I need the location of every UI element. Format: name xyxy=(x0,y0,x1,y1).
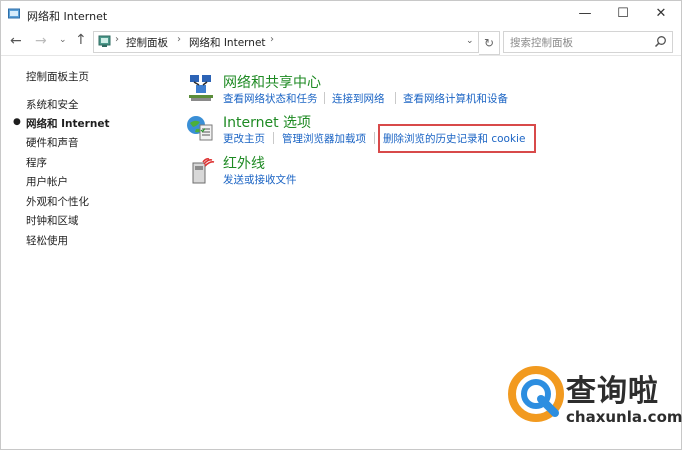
search-box[interactable]: 搜索控制面板 xyxy=(503,31,673,53)
recent-locations-chevron-icon[interactable]: ⌄ xyxy=(59,35,67,45)
link-divider xyxy=(324,92,325,104)
forward-arrow-icon[interactable]: → xyxy=(35,33,47,49)
title-bar: 网络和 Internet — ☐ ✕ xyxy=(1,1,681,29)
up-arrow-icon[interactable]: ↑ xyxy=(75,32,87,48)
window-title: 网络和 Internet xyxy=(27,10,108,23)
change-homepage-link[interactable]: 更改主页 xyxy=(223,131,265,146)
sidebar-item-clock-region[interactable]: 时钟和区域 xyxy=(26,213,79,228)
infrared-icon[interactable] xyxy=(187,153,215,185)
sidebar-item-programs[interactable]: 程序 xyxy=(26,155,47,170)
infrared-title[interactable]: 红外线 xyxy=(223,153,265,173)
connect-to-network-link[interactable]: 连接到网络 xyxy=(332,91,385,106)
breadcrumb-separator-icon: › xyxy=(177,34,181,45)
network-sharing-center-title[interactable]: 网络和共享中心 xyxy=(223,72,321,92)
sidebar-item-hardware-sound[interactable]: 硬件和声音 xyxy=(26,135,79,150)
sidebar-item-ease-of-access[interactable]: 轻松使用 xyxy=(26,233,68,248)
breadcrumb-network-internet[interactable]: 网络和 Internet xyxy=(189,35,266,50)
link-divider xyxy=(273,132,274,144)
sidebar-item-appearance[interactable]: 外观和个性化 xyxy=(26,194,89,209)
sidebar-item-control-panel-home[interactable]: 控制面板主页 xyxy=(26,69,89,84)
network-sharing-icon[interactable] xyxy=(187,73,215,103)
chaxunla-logo-icon xyxy=(508,366,564,422)
control-panel-icon xyxy=(98,35,111,47)
refresh-icon[interactable]: ↻ xyxy=(479,31,500,55)
breadcrumb-control-panel[interactable]: 控制面板 xyxy=(126,35,168,50)
search-input[interactable]: 搜索控制面板 xyxy=(510,35,573,50)
breadcrumb-separator-icon: › xyxy=(270,34,274,45)
maximize-button[interactable]: ☐ xyxy=(605,1,641,27)
view-network-status-link[interactable]: 查看网络状态和任务 xyxy=(223,91,318,106)
watermark-title: 查询啦 xyxy=(566,374,659,409)
minimize-button[interactable]: — xyxy=(567,1,603,27)
sidebar-item-network-internet[interactable]: 网络和 Internet xyxy=(26,116,109,131)
search-icon[interactable] xyxy=(654,35,667,48)
link-divider xyxy=(374,132,375,144)
sidebar-item-user-accounts[interactable]: 用户帐户 xyxy=(26,174,68,189)
manage-addons-link[interactable]: 管理浏览器加载项 xyxy=(282,131,366,146)
internet-options-title[interactable]: Internet 选项 xyxy=(223,112,311,132)
view-network-computers-link[interactable]: 查看网络计算机和设备 xyxy=(403,91,508,106)
annotation-highlight-box xyxy=(378,124,536,153)
back-arrow-icon[interactable]: ← xyxy=(10,33,22,49)
navigation-bar: ← → ⌄ ↑ › 控制面板 › 网络和 Internet › ⌄ ↻ 搜索控制… xyxy=(1,29,681,56)
address-dropdown-chevron-icon[interactable]: ⌄ xyxy=(466,36,474,46)
control-panel-app-icon xyxy=(8,8,20,19)
close-button[interactable]: ✕ xyxy=(643,1,679,27)
internet-options-icon[interactable] xyxy=(185,113,215,143)
watermark-url: chaxunla.com xyxy=(566,408,682,426)
address-bar[interactable]: › 控制面板 › 网络和 Internet › ⌄ xyxy=(93,31,479,53)
breadcrumb-separator-icon: › xyxy=(115,34,119,45)
link-divider xyxy=(395,92,396,104)
sidebar-item-system-security[interactable]: 系统和安全 xyxy=(26,97,79,112)
send-receive-files-link[interactable]: 发送或接收文件 xyxy=(223,172,297,187)
active-item-bullet-icon: ● xyxy=(13,117,21,127)
